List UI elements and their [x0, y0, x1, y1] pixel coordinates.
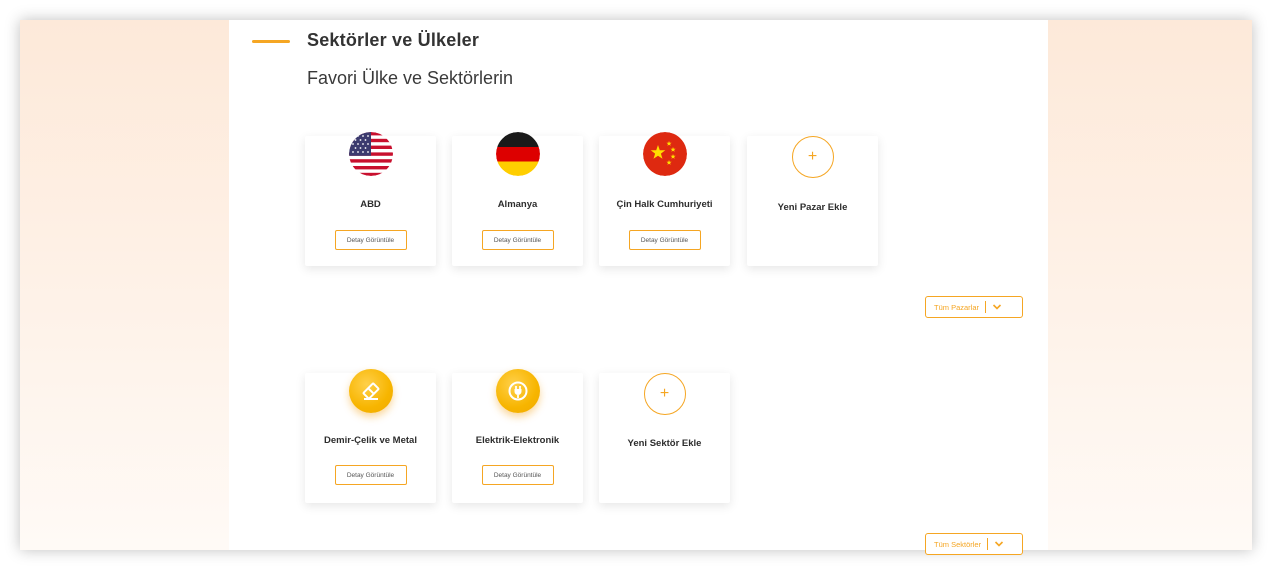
steel-icon [348, 369, 393, 413]
detail-button[interactable]: Detay Görüntüle [481, 465, 554, 485]
detail-button[interactable]: Detay Görüntüle [334, 465, 407, 485]
detail-button[interactable]: Detay Görüntüle [334, 230, 407, 250]
all-sectors-button[interactable]: Tüm Sektörler [925, 533, 1023, 555]
favorites-subtitle: Favori Ülke ve Sektörlerin [307, 68, 514, 88]
sector-name: Elektrik-Elektronik [475, 435, 560, 446]
sector-name: Demir-Çelik ve Metal [324, 435, 417, 446]
market-name: Çin Halk Cumhuriyeti [616, 199, 713, 210]
all-sectors-label: Tüm Sektörler [934, 539, 982, 549]
chevron-down-icon [992, 304, 1002, 310]
china-flag-icon [642, 132, 687, 176]
germany-flag-icon [495, 132, 540, 176]
market-card-germany: Almanya Detay Görüntüle [452, 132, 583, 266]
sector-card-electronics: Elektrik-Elektronik Detay Görüntüle [452, 369, 583, 503]
market-card-usa: ABD Detay Görüntüle [305, 132, 436, 266]
add-market-label: Yeni Pazar Ekle [777, 202, 848, 213]
add-market-card[interactable]: + Yeni Pazar Ekle [747, 136, 878, 266]
divider [987, 538, 989, 550]
market-name: Almanya [497, 199, 538, 210]
plus-icon: + [643, 373, 686, 415]
market-card-china: Çin Halk Cumhuriyeti Detay Görüntüle [599, 132, 730, 266]
plus-icon: + [791, 136, 834, 178]
detail-button[interactable]: Detay Görüntüle [628, 230, 701, 250]
add-sector-label: Yeni Sektör Ekle [627, 438, 702, 449]
plug-icon [495, 369, 540, 413]
chevron-down-icon [995, 541, 1004, 547]
divider [985, 301, 987, 313]
section-title: Sektörler ve Ülkeler [307, 30, 480, 50]
detail-button[interactable]: Detay Görüntüle [481, 230, 554, 250]
all-markets-label: Tüm Pazarlar [934, 302, 980, 312]
usa-flag-icon [348, 132, 393, 176]
add-sector-card[interactable]: + Yeni Sektör Ekle [599, 373, 730, 503]
all-markets-button[interactable]: Tüm Pazarlar [925, 296, 1023, 318]
market-name: ABD [360, 199, 381, 210]
section-accent-line [252, 40, 290, 43]
sector-card-steel: Demir-Çelik ve Metal Detay Görüntüle [305, 369, 436, 503]
